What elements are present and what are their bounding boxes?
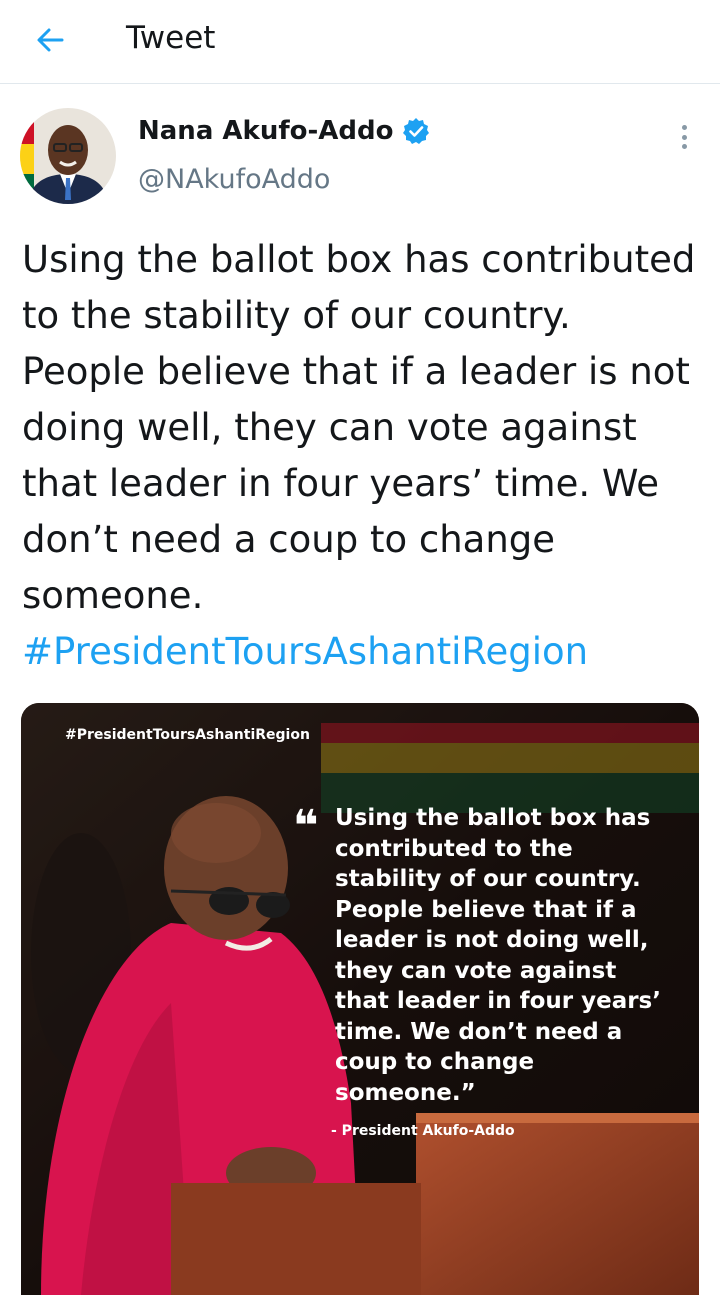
author-handle[interactable]: @NAkufoAddo	[138, 164, 330, 195]
page-title: Tweet	[126, 20, 216, 56]
back-arrow-icon	[37, 28, 64, 52]
back-button[interactable]	[28, 18, 72, 62]
hashtag-link[interactable]: #PresidentToursAshantiRegion	[22, 630, 588, 673]
author-name: Nana Akufo-Addo	[138, 116, 394, 146]
more-options-button[interactable]	[672, 122, 696, 152]
tweet-body: Using the ballot box has contributed to …	[22, 238, 696, 617]
author-name-row[interactable]: Nana Akufo-Addo	[138, 116, 430, 146]
dot-icon	[681, 144, 687, 149]
quote-mark-icon: ❝	[293, 801, 319, 852]
dot-icon	[681, 125, 687, 130]
verified-badge-icon	[402, 118, 429, 144]
dot-icon	[681, 134, 687, 140]
avatar[interactable]	[20, 108, 116, 204]
image-hashtag-text: #PresidentToursAshantiRegion	[65, 727, 310, 743]
tweet-image[interactable]: #PresidentToursAshantiRegion ❝ Using the…	[21, 703, 699, 1295]
image-quote-text: Using the ballot box has contributed to …	[335, 805, 661, 1106]
top-bar: Tweet	[0, 0, 720, 84]
tweet-text: Using the ballot box has contributed to …	[22, 232, 702, 680]
image-attribution: - President Akufo-Addo	[331, 1123, 515, 1139]
